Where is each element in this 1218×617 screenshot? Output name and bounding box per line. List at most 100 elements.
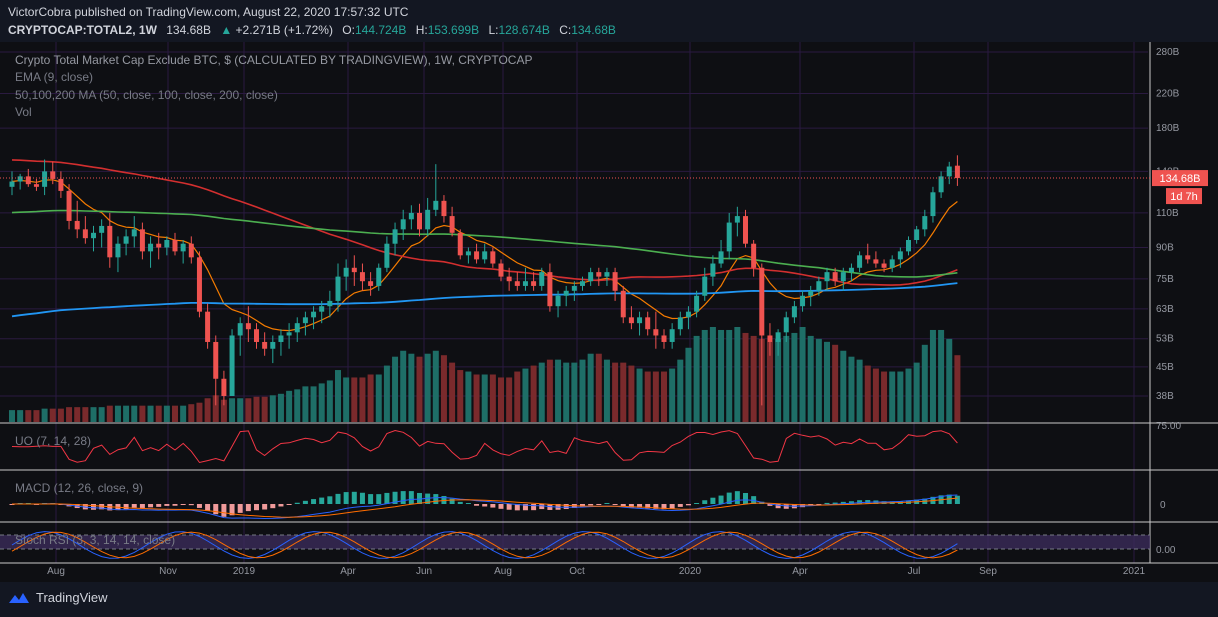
macd-histogram-bar (498, 504, 504, 509)
publisher-line: VictorCobra published on TradingView.com… (8, 5, 409, 19)
uo-legend[interactable]: UO (7, 14, 28) (15, 434, 91, 448)
candle-body (99, 225, 105, 233)
macd-histogram-bar (531, 504, 537, 511)
candle-body (294, 323, 300, 333)
macd-histogram-bar (343, 492, 349, 504)
volume-bar (335, 370, 341, 422)
volume-bar (440, 355, 447, 422)
volume-bar (432, 350, 439, 422)
volume-bar (139, 405, 146, 422)
volume-bar (74, 407, 81, 422)
macd-histogram-bar (270, 504, 276, 509)
volume-bar (465, 371, 472, 422)
candle-body (441, 200, 447, 217)
macd-histogram-bar (677, 504, 683, 507)
x-tick-label: Apr (340, 566, 356, 577)
candle-body (408, 212, 414, 220)
candle-body (604, 272, 610, 277)
uo-tick-label: 75.00 (1156, 421, 1181, 432)
macd-histogram-bar (262, 504, 268, 510)
candle-body (922, 216, 928, 230)
volume-bar (807, 335, 814, 422)
candle-body (506, 276, 512, 282)
macd-histogram-bar (563, 504, 569, 510)
candle-body (196, 257, 202, 312)
stoch-rsi-legend[interactable]: Stoch RSI (3, 3, 14, 14, close) (15, 533, 175, 547)
volume-bar (114, 405, 121, 422)
macd-histogram-bar (278, 504, 284, 507)
macd-legend[interactable]: MACD (12, 26, close, 9) (15, 481, 143, 495)
main-series-legend[interactable]: Crypto Total Market Cap Exclude BTC, $ (… (15, 53, 532, 67)
tradingview-brand[interactable]: TradingView (8, 590, 108, 605)
volume-legend[interactable]: Vol (15, 105, 32, 119)
candle-body (42, 171, 48, 187)
candle-body (718, 251, 724, 264)
volume-bar (302, 386, 309, 422)
volume-bar (848, 356, 855, 422)
candle-body (474, 251, 480, 260)
macd-histogram-bar (254, 504, 259, 511)
volume-bar (196, 402, 203, 422)
ma-legend[interactable]: 50,100,200 MA (50, close, 100, close, 20… (15, 88, 278, 102)
candle-body (588, 272, 594, 282)
volume-bar (652, 371, 659, 422)
volume-bar (286, 390, 293, 422)
macd-histogram-bar (311, 499, 317, 504)
chart-canvas[interactable]: Aug Nov 2019 Apr Jun Aug Oct 2020 Apr Jul Sep 2021 2… (0, 42, 1218, 582)
ema-legend[interactable]: EMA (9, close) (15, 70, 93, 84)
volume-bar (261, 396, 268, 422)
macd-histogram-bar (294, 502, 300, 504)
candle-body (449, 216, 455, 233)
candle-body (205, 311, 211, 342)
macd-histogram-bar (506, 504, 512, 510)
candle-body (857, 255, 863, 268)
macd-histogram-bar (286, 504, 292, 505)
open-value: 144.724B (354, 23, 407, 37)
volume-bar (310, 386, 317, 422)
macd-histogram-bar (131, 504, 137, 508)
candle-body (628, 317, 634, 324)
candle-body (343, 267, 349, 277)
volume-bar (783, 335, 790, 422)
volume-bar (921, 344, 928, 422)
candle-body (115, 243, 121, 258)
volume-bar (326, 380, 333, 422)
volume-bar (269, 395, 276, 422)
candle-body (702, 276, 708, 296)
volume-bar (229, 398, 236, 422)
volume-bar (66, 407, 73, 422)
macd-histogram-bar (490, 504, 496, 508)
low-label: L: (488, 23, 499, 37)
candle-body (522, 281, 528, 286)
volume-bar (628, 365, 635, 422)
macd-histogram-bar (376, 494, 382, 504)
macd-histogram-bar (718, 495, 724, 504)
volume-bar (277, 393, 284, 422)
candle-body (221, 378, 227, 396)
symbol-label[interactable]: CRYPTOCAP:TOTAL2, 1W (8, 23, 157, 37)
candle-body (417, 212, 422, 230)
macd-histogram-bar (221, 504, 227, 517)
volume-bar (954, 355, 961, 422)
candle-body (9, 181, 15, 187)
volume-bar (489, 374, 496, 422)
volume-bar (351, 377, 358, 422)
candle-body (368, 281, 374, 286)
macd-histogram-bar (148, 504, 154, 508)
candle-body (897, 251, 903, 260)
x-tick-label: Aug (47, 566, 65, 577)
volume-bar (294, 389, 301, 422)
candle-body (816, 281, 822, 291)
candle-body (865, 255, 871, 260)
volume-bar (106, 405, 113, 422)
candle-body (873, 259, 879, 264)
volume-bar (123, 405, 130, 422)
macd-histogram-bar (596, 504, 602, 505)
candle-body (889, 259, 895, 268)
macd-histogram-bar (408, 491, 414, 504)
candle-body (351, 267, 357, 273)
candle-body (278, 335, 284, 342)
macd-histogram-bar (359, 492, 365, 504)
candle-body (677, 317, 683, 330)
macd-histogram-bar (335, 493, 341, 504)
